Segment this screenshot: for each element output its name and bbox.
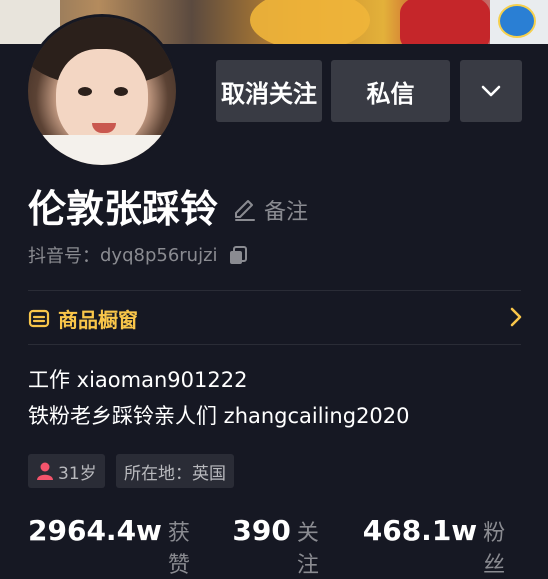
chevron-right-icon: [510, 307, 522, 327]
bio-line: 铁粉老乡踩铃亲人们 zhangcailing2020: [28, 404, 410, 428]
location-label: 所在地：英国: [124, 463, 226, 484]
following-stat[interactable]: 390 关注: [232, 514, 338, 579]
more-button[interactable]: [460, 60, 522, 122]
remark-button[interactable]: 备注: [232, 194, 308, 226]
following-label: 关注: [296, 521, 319, 578]
divider: [28, 344, 521, 345]
likes-stat[interactable]: 2964.4w 获赞: [28, 514, 208, 579]
cover-badge-icon: [498, 4, 536, 38]
douyin-id: 抖音号： dyq8p56rujzi: [28, 242, 248, 268]
shop-window-row[interactable]: 商品橱窗: [28, 292, 523, 344]
remark-label: 备注: [264, 200, 309, 225]
shop-window-icon: [28, 309, 50, 328]
bio: 工作 xiaoman901222 铁粉老乡踩铃亲人们 zhangcailing2…: [28, 362, 410, 434]
female-icon: [37, 462, 53, 480]
shop-window-label: 商品橱窗: [58, 307, 138, 332]
age-tag: 31岁: [28, 454, 105, 488]
pencil-icon: [235, 200, 255, 221]
unfollow-button[interactable]: 取消关注: [216, 60, 322, 122]
douyin-id-value: dyq8p56rujzi: [100, 244, 218, 266]
followers-stat[interactable]: 468.1w 粉丝: [363, 514, 524, 579]
followers-label: 粉丝: [483, 521, 506, 578]
profile-name: 伦敦张踩铃: [28, 187, 219, 231]
age-label: 31岁: [58, 463, 97, 484]
location-tag: 所在地：英国: [116, 454, 234, 488]
divider: [28, 290, 521, 291]
douyin-id-prefix: 抖音号：: [28, 246, 100, 267]
following-count: 390: [232, 514, 291, 547]
chevron-down-icon: [481, 85, 501, 97]
bio-line: 工作 xiaoman901222: [28, 368, 248, 392]
profile-stats: 2964.4w 获赞 390 关注 468.1w 粉丝: [28, 514, 548, 579]
likes-label: 获赞: [167, 521, 190, 578]
avatar[interactable]: [25, 14, 179, 168]
message-button[interactable]: 私信: [331, 60, 450, 122]
likes-count: 2964.4w: [28, 514, 162, 547]
copy-icon[interactable]: [228, 245, 248, 265]
followers-count: 468.1w: [362, 514, 478, 547]
